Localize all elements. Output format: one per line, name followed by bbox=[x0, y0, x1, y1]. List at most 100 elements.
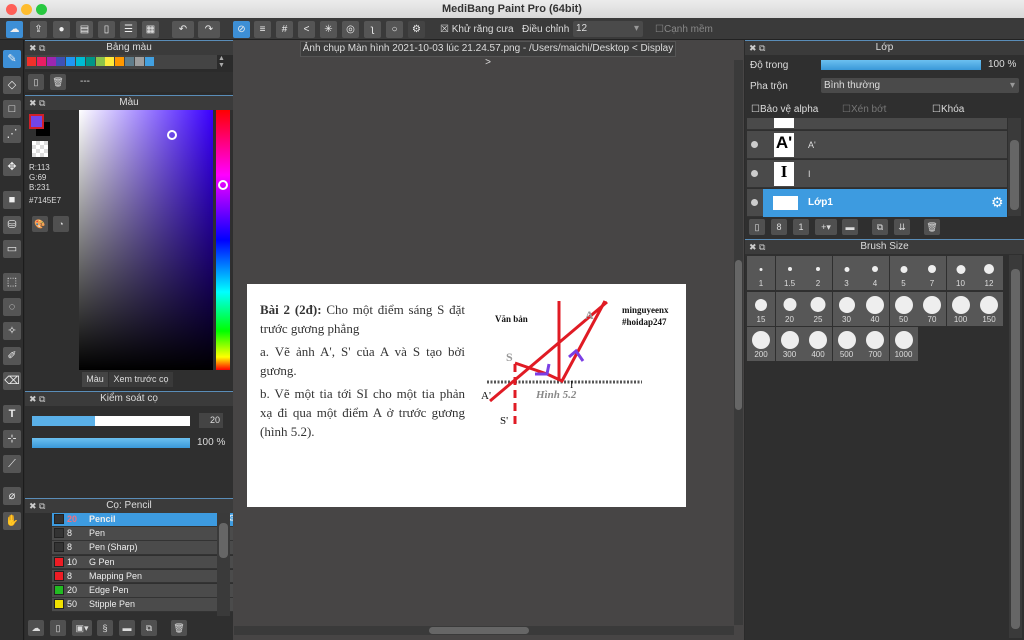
color-picker-settings-icon[interactable]: ◔ bbox=[53, 216, 69, 232]
new-brush-icon[interactable]: ▯ bbox=[50, 620, 66, 636]
duplicate-layer-icon[interactable]: ⧉ bbox=[872, 219, 888, 235]
brush-size-cell[interactable]: 70 bbox=[918, 291, 946, 326]
brush-size-cell[interactable]: 1 bbox=[747, 256, 775, 290]
snap-off-icon[interactable]: ⊘ bbox=[233, 21, 250, 38]
select-rect-tool-icon[interactable]: ⬚ bbox=[3, 273, 21, 291]
magic-wand-tool-icon[interactable]: ✧ bbox=[3, 322, 21, 340]
panels-icon[interactable]: ▦ bbox=[142, 21, 159, 38]
foreground-color-swatch[interactable] bbox=[29, 114, 44, 129]
delete-brush-icon[interactable]: 🗑 bbox=[171, 620, 187, 636]
protect-alpha-checkbox[interactable]: ☐Bảo vệ alpha bbox=[751, 104, 818, 115]
color-swatch[interactable] bbox=[105, 57, 115, 66]
layer-settings-icon[interactable]: ⚙ bbox=[991, 194, 1004, 211]
comment-icon[interactable]: ● bbox=[53, 21, 70, 38]
close-icon[interactable]: ✖ ⧉ bbox=[749, 240, 765, 254]
close-window-button[interactable] bbox=[6, 4, 17, 15]
cloud-icon[interactable]: ☁ bbox=[6, 21, 23, 38]
color-palette-icon[interactable]: 🎨 bbox=[32, 216, 48, 232]
move-tool-icon[interactable]: ✥ bbox=[3, 158, 21, 176]
visibility-icon[interactable] bbox=[751, 199, 758, 206]
delete-layer-icon[interactable]: 🗑 bbox=[924, 219, 940, 235]
close-icon[interactable]: ✖ ⧉ bbox=[29, 41, 45, 55]
brush-size-cell[interactable]: 200 bbox=[747, 327, 775, 361]
fill-rect-tool-icon[interactable]: ■ bbox=[3, 191, 21, 209]
cloud-brush-icon[interactable]: ☁ bbox=[28, 620, 44, 636]
rectangle-tool-icon[interactable]: □ bbox=[3, 100, 21, 118]
color-swatch[interactable] bbox=[144, 57, 154, 66]
brush-size-cell[interactable]: 7 bbox=[918, 256, 946, 290]
new-folder-icon[interactable]: ▬ bbox=[842, 219, 858, 235]
lock-checkbox[interactable]: ☐Khóa bbox=[932, 104, 964, 115]
brush-size-cell[interactable]: 25 bbox=[804, 291, 832, 326]
brush-size-cell[interactable]: 30 bbox=[832, 291, 861, 326]
concentric-snap-icon[interactable]: ◎ bbox=[342, 21, 359, 38]
color-swatch[interactable] bbox=[125, 57, 134, 66]
select-pen-tool-icon[interactable]: ✐ bbox=[3, 347, 21, 365]
layer-opacity-slider[interactable] bbox=[821, 60, 981, 70]
tab-brush-preview[interactable]: Xem trước cọ bbox=[109, 372, 173, 387]
brush-size-cell[interactable]: 100 bbox=[946, 291, 975, 326]
layer-row-partial[interactable] bbox=[747, 118, 1007, 130]
canvas-horizontal-scrollbar[interactable] bbox=[234, 626, 734, 635]
parallel-snap-icon[interactable]: ≡ bbox=[254, 21, 271, 38]
brush-size-cell[interactable]: 1000 bbox=[889, 327, 918, 361]
brush-list-scrollbar[interactable] bbox=[217, 513, 230, 616]
blend-mode-select[interactable]: Bình thường ▾ bbox=[821, 78, 1019, 93]
close-icon[interactable]: ✖ ⧉ bbox=[29, 392, 45, 406]
add-layer-menu-icon[interactable]: +▾ bbox=[815, 219, 837, 235]
maximize-window-button[interactable] bbox=[36, 4, 47, 15]
minimize-window-button[interactable] bbox=[21, 4, 32, 15]
brush-size-cell[interactable]: 500 bbox=[832, 327, 861, 361]
select-eraser-tool-icon[interactable]: ⌫ bbox=[3, 372, 21, 390]
share-icon[interactable]: ⇪ bbox=[30, 21, 47, 38]
radial-snap-icon[interactable]: ✳ bbox=[320, 21, 337, 38]
brush-item[interactable]: 8 Pen bbox=[52, 527, 241, 541]
gradient-tool-icon[interactable]: ▭ bbox=[3, 240, 21, 258]
brush-size-cell[interactable]: 10 bbox=[946, 256, 975, 290]
add-brush-menu-icon[interactable]: ▣▾ bbox=[72, 620, 92, 636]
list-icon[interactable]: ☰ bbox=[120, 21, 137, 38]
layer-list-scrollbar[interactable] bbox=[1008, 118, 1021, 216]
transparent-color-swatch[interactable] bbox=[32, 141, 48, 157]
brush-size-cell[interactable]: 40 bbox=[861, 291, 889, 326]
new-layer-icon[interactable]: ▯ bbox=[749, 219, 765, 235]
hue-slider[interactable] bbox=[216, 110, 230, 370]
color-swatch[interactable] bbox=[76, 57, 85, 66]
brush-size-value[interactable]: 20 bbox=[199, 413, 223, 428]
visibility-icon[interactable] bbox=[751, 141, 758, 148]
layer-row[interactable]: A' A' bbox=[747, 131, 1007, 159]
brush-item[interactable]: 50 Stipple Pen bbox=[52, 598, 241, 612]
merge-layer-icon[interactable]: ⇊ bbox=[894, 219, 910, 235]
document-tab[interactable]: Ảnh chụp Màn hình 2021-10-03 lúc 21.24.5… bbox=[300, 41, 676, 68]
brush-size-cell[interactable]: 20 bbox=[775, 291, 804, 326]
smooth-edge-checkbox[interactable]: ☐Cạnh mềm bbox=[655, 24, 713, 35]
eraser-tool-icon[interactable]: ◇ bbox=[3, 76, 21, 94]
hand-tool-icon[interactable]: ✋ bbox=[3, 512, 21, 530]
new-palette-icon[interactable]: ▯ bbox=[28, 74, 44, 90]
brush-item[interactable]: 20Pencil⚙ bbox=[52, 513, 241, 527]
brush-tool-icon[interactable]: ✎ bbox=[3, 50, 21, 68]
layer-row-selected[interactable]: Lớp1 ⚙ bbox=[747, 189, 1007, 217]
brush-size-cell[interactable]: 1.5 bbox=[775, 256, 804, 290]
palette-scroll-arrows[interactable]: ▲ ▼ bbox=[218, 55, 225, 69]
lasso-tool-icon[interactable]: ◌ bbox=[3, 298, 21, 316]
brush-size-cell[interactable]: 300 bbox=[775, 327, 804, 361]
brush-size-cell[interactable]: 150 bbox=[975, 291, 1003, 326]
brush-size-cell[interactable]: 12 bbox=[975, 256, 1003, 290]
brush-item[interactable]: 8 Pen (Sharp) bbox=[52, 541, 241, 555]
color-swatch[interactable] bbox=[36, 57, 46, 66]
divide-tool-icon[interactable]: ⟋ bbox=[3, 455, 21, 473]
canvas-vertical-scrollbar[interactable] bbox=[734, 60, 743, 625]
dot-tool-icon[interactable]: ⋰ bbox=[3, 125, 21, 143]
eyedropper-tool-icon[interactable]: ⌀ bbox=[3, 487, 21, 505]
new-8bit-layer-icon[interactable]: 8 bbox=[771, 219, 787, 235]
delete-palette-icon[interactable]: 🗑 bbox=[50, 74, 66, 90]
text-tool-icon[interactable]: T bbox=[3, 405, 21, 423]
folder-icon[interactable]: ▬ bbox=[119, 620, 135, 636]
brush-size-cell[interactable]: 4 bbox=[861, 256, 889, 290]
color-swatch[interactable] bbox=[27, 57, 36, 66]
adjust-select[interactable]: 12 ▾ bbox=[573, 21, 643, 37]
bucket-tool-icon[interactable]: ⛁ bbox=[3, 216, 21, 234]
clipping-checkbox[interactable]: ☐Xén bớt bbox=[842, 104, 886, 115]
brush-size-cell[interactable]: 15 bbox=[747, 291, 775, 326]
